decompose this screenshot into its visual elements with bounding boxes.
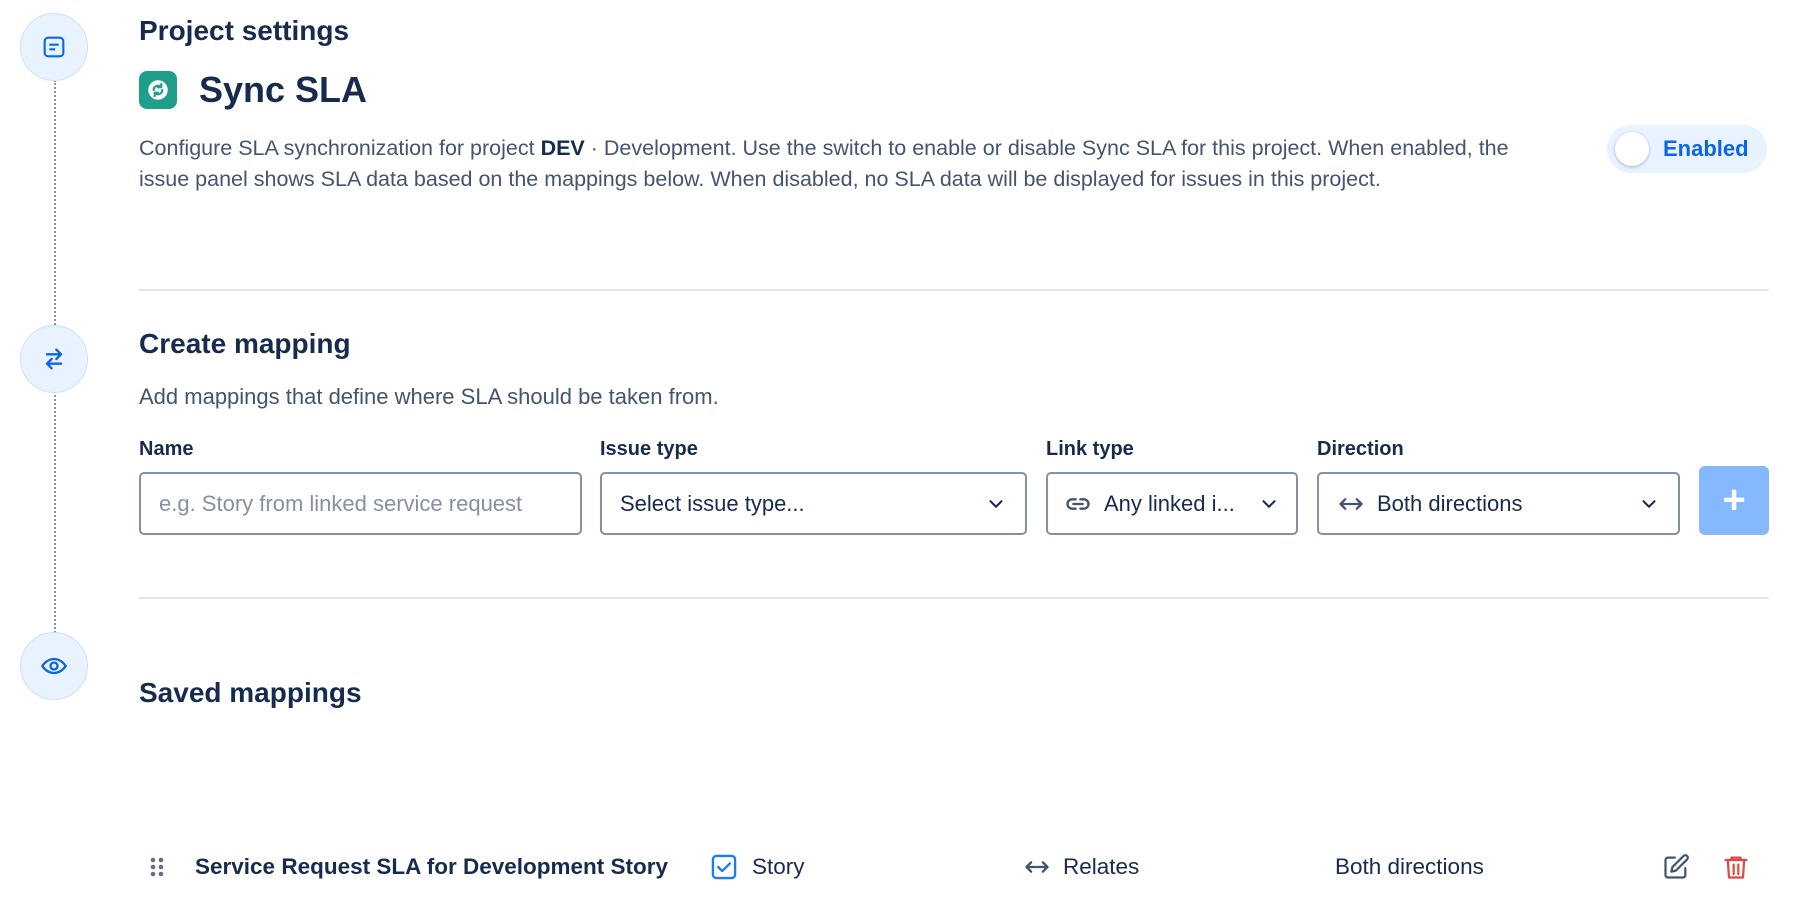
direction-value: Both directions bbox=[1377, 490, 1523, 516]
description-text: Configure SLA synchronization for projec… bbox=[139, 136, 541, 160]
edit-icon[interactable] bbox=[1662, 848, 1690, 886]
divider bbox=[139, 289, 1769, 291]
sync-sla-logo-icon bbox=[139, 71, 177, 109]
chevron-down-icon bbox=[1642, 499, 1656, 508]
settings-description: Configure SLA synchronization for projec… bbox=[139, 133, 1539, 195]
mapping-issue-type: Story bbox=[710, 848, 805, 886]
app-title: Sync SLA bbox=[199, 69, 368, 110]
name-placeholder: e.g. Story from linked service request bbox=[159, 490, 523, 516]
create-mapping-title: Create mapping bbox=[139, 328, 351, 359]
swap-arrows-icon bbox=[45, 348, 63, 370]
delete-icon[interactable] bbox=[1722, 848, 1750, 886]
project-settings-section: Project settings Sync SLA Configure SLA … bbox=[139, 15, 1769, 195]
issue-type-value: Select issue type... bbox=[620, 490, 805, 516]
issue-type-select[interactable]: Select issue type... bbox=[600, 472, 1027, 535]
mapping-name: Service Request SLA for Development Stor… bbox=[195, 854, 669, 879]
create-mapping-description: Add mappings that define where SLA shoul… bbox=[139, 384, 719, 409]
issue-type-text: Story bbox=[752, 854, 805, 879]
project-key: DEV bbox=[540, 136, 585, 160]
toggle-label: Enabled bbox=[1663, 136, 1749, 161]
mapping-direction: Both directions bbox=[1335, 854, 1484, 879]
create-mapping-section: Create mapping Add mappings that define … bbox=[139, 328, 1769, 410]
divider bbox=[139, 597, 1769, 599]
eye-icon bbox=[40, 657, 68, 675]
bidirectional-arrow-icon bbox=[1025, 861, 1049, 873]
direction-label: Direction bbox=[1317, 438, 1404, 460]
sync-sla-toggle[interactable]: Enabled bbox=[1607, 125, 1767, 173]
issue-type-label: Issue type bbox=[600, 438, 698, 460]
toggle-knob bbox=[1615, 132, 1649, 166]
saved-mappings-title: Saved mappings bbox=[139, 677, 362, 708]
app-title-row: Sync SLA bbox=[139, 69, 1769, 111]
name-label: Name bbox=[139, 438, 194, 460]
section-title: Project settings bbox=[139, 15, 350, 46]
document-icon bbox=[43, 36, 65, 58]
direction-select[interactable]: Both directions bbox=[1317, 472, 1680, 535]
link-type-value: Any linked i... bbox=[1104, 490, 1235, 516]
chevron-down-icon bbox=[1262, 499, 1276, 508]
bidirectional-arrow-icon bbox=[1339, 497, 1363, 510]
plus-icon: + bbox=[1722, 478, 1746, 522]
link-type-select[interactable]: Any linked i... bbox=[1046, 472, 1298, 535]
saved-mappings-section: Saved mappings bbox=[139, 677, 1769, 709]
drag-handle-icon[interactable] bbox=[146, 848, 168, 886]
settings-step-node bbox=[20, 13, 88, 81]
story-checkbox-icon bbox=[711, 854, 737, 880]
chevron-down-icon bbox=[989, 499, 1003, 508]
add-mapping-button[interactable]: + bbox=[1699, 466, 1769, 535]
link-icon bbox=[1066, 497, 1090, 510]
mapping-link-type: Relates bbox=[1023, 848, 1139, 886]
create-step-node bbox=[20, 325, 88, 393]
saved-step-node bbox=[20, 632, 88, 700]
link-type-label: Link type bbox=[1046, 438, 1134, 460]
name-input[interactable]: e.g. Story from linked service request bbox=[139, 472, 582, 535]
link-type-text: Relates bbox=[1063, 854, 1140, 879]
